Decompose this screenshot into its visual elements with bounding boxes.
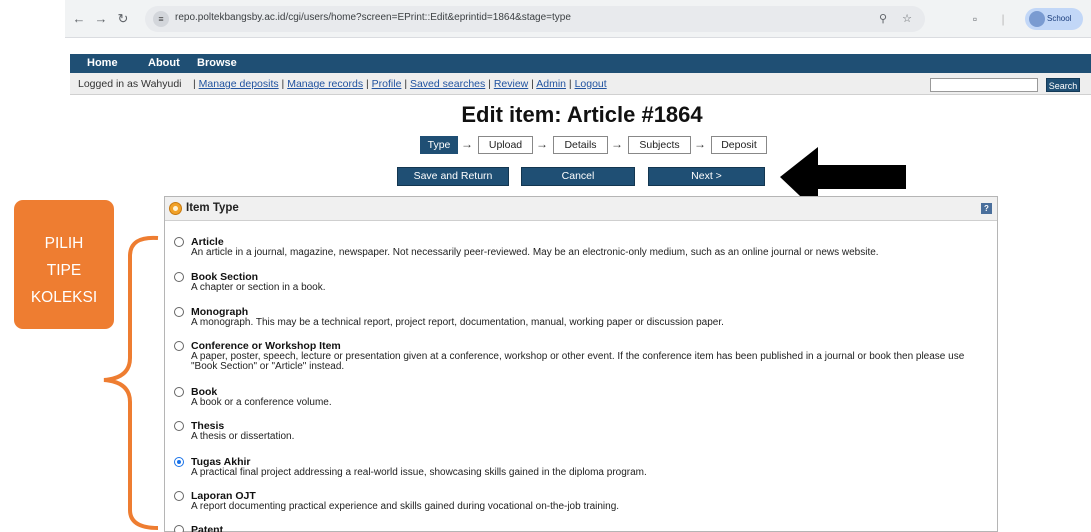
link-saved-searches[interactable]: Saved searches — [410, 78, 485, 90]
link-admin[interactable]: Admin — [536, 78, 566, 90]
user-nav: Logged in as Wahyudi | Manage deposits |… — [70, 73, 1091, 95]
radio-patent[interactable] — [174, 525, 184, 532]
browser-toolbar: ← → ↻ ≡ repo.poltekbangsby.ac.id/cgi/use… — [65, 0, 1091, 38]
option-description: A thesis or dissertation. — [191, 431, 295, 442]
annotation-line: TIPE — [46, 262, 82, 279]
link-manage-records[interactable]: Manage records — [287, 78, 363, 90]
link-logout[interactable]: Logout — [575, 78, 607, 90]
stage-arrow-icon: → — [611, 137, 623, 151]
radio-laporan-ojt[interactable] — [174, 491, 184, 501]
main-nav: Home About Browse — [70, 54, 1091, 73]
panel-title: Item Type — [186, 202, 239, 214]
radio-thesis[interactable] — [174, 421, 184, 431]
stage-deposit[interactable]: Deposit — [711, 136, 767, 154]
extensions-icon[interactable]: ▫ — [967, 11, 983, 27]
option-description: A chapter or section in a book. — [191, 282, 326, 293]
option-name: Patent — [191, 524, 224, 532]
page-title: Edit item: Article #1864 — [461, 102, 703, 127]
nav-home[interactable]: Home — [87, 57, 118, 69]
stage-subjects[interactable]: Subjects — [628, 136, 691, 154]
option-description: A book or a conference volume. — [191, 397, 332, 408]
radio-book-section[interactable] — [174, 272, 184, 282]
back-icon[interactable]: ← — [71, 11, 87, 27]
stage-arrow-icon: → — [536, 137, 548, 151]
stage-arrow-icon: → — [694, 137, 706, 151]
profile-button[interactable]: School — [1025, 8, 1083, 30]
panel-header: Item Type ? — [165, 197, 997, 221]
stage-upload[interactable]: Upload — [478, 136, 533, 154]
forward-icon[interactable]: → — [93, 11, 109, 27]
toolbar-divider: | — [1001, 12, 1005, 26]
annotation-line: KOLEKSI — [30, 289, 98, 306]
stage-type[interactable]: Type — [420, 136, 458, 154]
next-button[interactable]: Next > — [648, 167, 765, 186]
bookmark-star-icon[interactable]: ☆ — [899, 11, 915, 27]
save-and-return-button[interactable]: Save and Return — [397, 167, 509, 186]
help-icon[interactable]: ? — [981, 203, 992, 214]
nav-browse[interactable]: Browse — [197, 57, 237, 69]
annotation-line: PILIH — [44, 235, 84, 252]
address-bar[interactable]: ≡ repo.poltekbangsby.ac.id/cgi/users/hom… — [145, 6, 925, 32]
link-profile[interactable]: Profile — [372, 78, 402, 90]
option-description: A practical final project addressing a r… — [191, 467, 647, 478]
option-description: An article in a journal, magazine, newsp… — [191, 247, 879, 258]
user-links: | Manage deposits | Manage records | Pro… — [193, 78, 607, 90]
search-input[interactable] — [930, 78, 1038, 92]
logged-in-text: Logged in as Wahyudi — [78, 78, 182, 90]
link-review[interactable]: Review — [494, 78, 528, 90]
avatar — [1029, 11, 1045, 27]
url-text[interactable]: repo.poltekbangsby.ac.id/cgi/users/home?… — [175, 12, 571, 23]
required-star-icon — [169, 202, 182, 215]
radio-article[interactable] — [174, 237, 184, 247]
option-description: A monograph. This may be a technical rep… — [191, 317, 724, 328]
curly-bracket-icon — [103, 235, 159, 530]
reload-icon[interactable]: ↻ — [115, 11, 131, 27]
stage-arrow-icon: → — [461, 137, 473, 151]
link-manage-deposits[interactable]: Manage deposits — [199, 78, 279, 90]
item-type-panel: Item Type ? Article An article in a jour… — [164, 196, 998, 532]
option-description: A paper, poster, speech, lecture or pres… — [191, 351, 965, 372]
site-info-icon[interactable]: ≡ — [153, 11, 169, 27]
radio-tugas-akhir[interactable] — [174, 457, 184, 467]
nav-about[interactable]: About — [148, 57, 180, 69]
stage-details[interactable]: Details — [553, 136, 608, 154]
profile-label: School — [1047, 14, 1072, 23]
radio-conference[interactable] — [174, 341, 184, 351]
cancel-button[interactable]: Cancel — [521, 167, 635, 186]
zoom-icon[interactable]: ⚲ — [875, 11, 891, 27]
radio-book[interactable] — [174, 387, 184, 397]
radio-monograph[interactable] — [174, 307, 184, 317]
annotation-label: PILIH TIPE KOLEKSI — [14, 200, 114, 329]
option-description: A report documenting practical experienc… — [191, 501, 620, 512]
search-button[interactable]: Search — [1046, 78, 1080, 92]
